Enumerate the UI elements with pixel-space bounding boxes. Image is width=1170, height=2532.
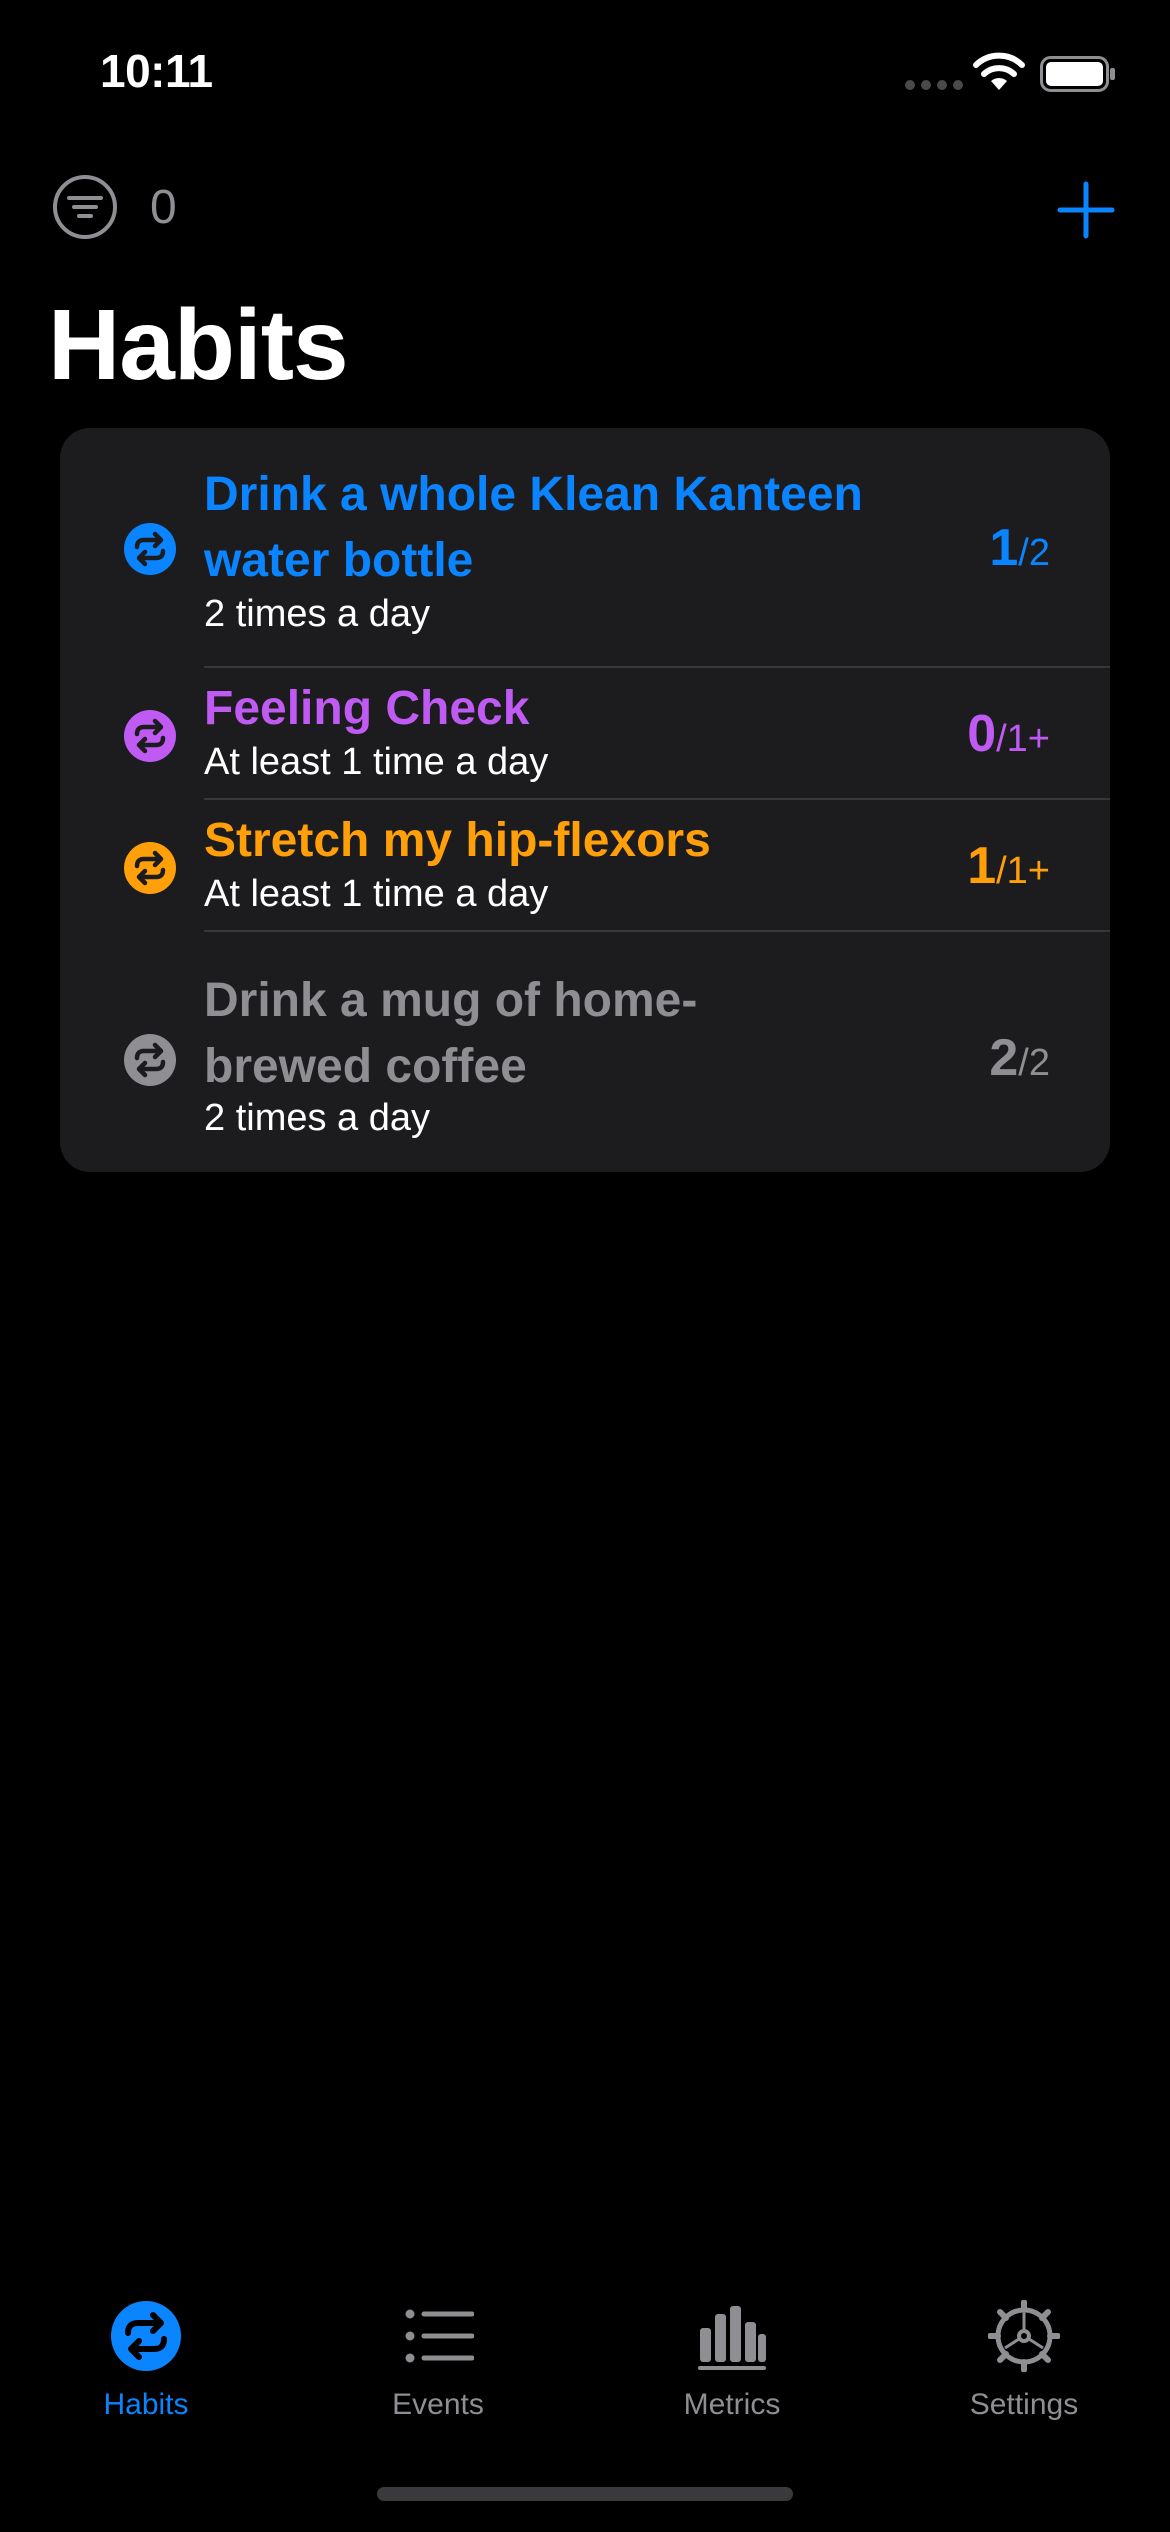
count-target: /2	[1018, 1042, 1050, 1084]
count-current: 0	[967, 705, 997, 763]
habit-title: Stretch my hip-flexors	[204, 814, 711, 867]
filter-button[interactable]	[52, 174, 118, 240]
habit-progress: 2/2	[989, 1028, 1050, 1088]
habit-frequency: 2 times a day	[204, 1097, 430, 1139]
battery-icon	[1040, 56, 1115, 92]
habit-row[interactable]: Stretch my hip-flexors At least 1 time a…	[60, 800, 1110, 932]
habit-frequency: 2 times a day	[204, 593, 430, 635]
plus-icon	[1057, 181, 1115, 239]
status-bar: 10:11	[0, 0, 1170, 140]
count-target: /2	[1018, 532, 1050, 574]
habit-progress: 0/1+	[967, 704, 1050, 764]
habit-progress: 1/1+	[967, 836, 1050, 896]
add-habit-button[interactable]	[1056, 180, 1116, 240]
wifi-icon	[973, 52, 1025, 90]
tab-events[interactable]: Events	[318, 2280, 558, 2430]
habit-progress: 1/2	[989, 518, 1050, 578]
habit-row[interactable]: Drink a whole Klean Kanteen water bottle…	[60, 428, 1110, 668]
habit-frequency: At least 1 time a day	[204, 741, 549, 783]
list-icon	[405, 2309, 474, 2363]
tab-metrics[interactable]: Metrics	[612, 2280, 852, 2430]
filter-count: 0	[150, 181, 177, 234]
tab-settings[interactable]: Settings	[904, 2280, 1144, 2430]
cellular-signal-icon	[905, 80, 963, 90]
repeat-icon	[124, 710, 176, 762]
repeat-icon	[124, 1034, 176, 1086]
habit-title: Drink a mug of home-brewed coffee	[204, 974, 698, 1093]
count-current: 2	[989, 1029, 1019, 1087]
count-target: /1+	[996, 850, 1050, 892]
repeat-icon	[124, 842, 176, 894]
habit-title: Feeling Check	[204, 682, 530, 735]
habit-row[interactable]: Drink a mug of home-brewed coffee 2 time…	[60, 932, 1110, 1172]
bar-chart-icon	[698, 2306, 766, 2370]
count-target: /1+	[996, 718, 1050, 760]
page-title: Habits	[48, 289, 349, 401]
repeat-icon	[124, 523, 176, 575]
count-current: 1	[967, 837, 997, 895]
tab-habits[interactable]: Habits	[26, 2280, 266, 2430]
habit-title: Drink a whole Klean Kanteen water bottle	[204, 468, 863, 587]
habit-frequency: At least 1 time a day	[204, 873, 549, 915]
status-time: 10:11	[100, 45, 213, 97]
filter-circle-icon	[53, 175, 117, 239]
tab-label: Habits	[103, 2388, 189, 2421]
count-current: 1	[989, 519, 1019, 577]
gear-icon	[988, 2300, 1060, 2372]
repeat-circle-icon	[111, 2301, 181, 2371]
home-indicator[interactable]	[377, 2487, 793, 2501]
tab-label: Settings	[969, 2388, 1079, 2421]
tab-label: Events	[392, 2388, 484, 2421]
habit-list: Drink a whole Klean Kanteen water bottle…	[60, 428, 1110, 1172]
habit-row[interactable]: Feeling Check At least 1 time a day 0/1+	[60, 668, 1110, 800]
tab-bar: Habits Events Metrics Settings	[0, 2280, 1170, 2430]
tab-label: Metrics	[683, 2388, 781, 2421]
